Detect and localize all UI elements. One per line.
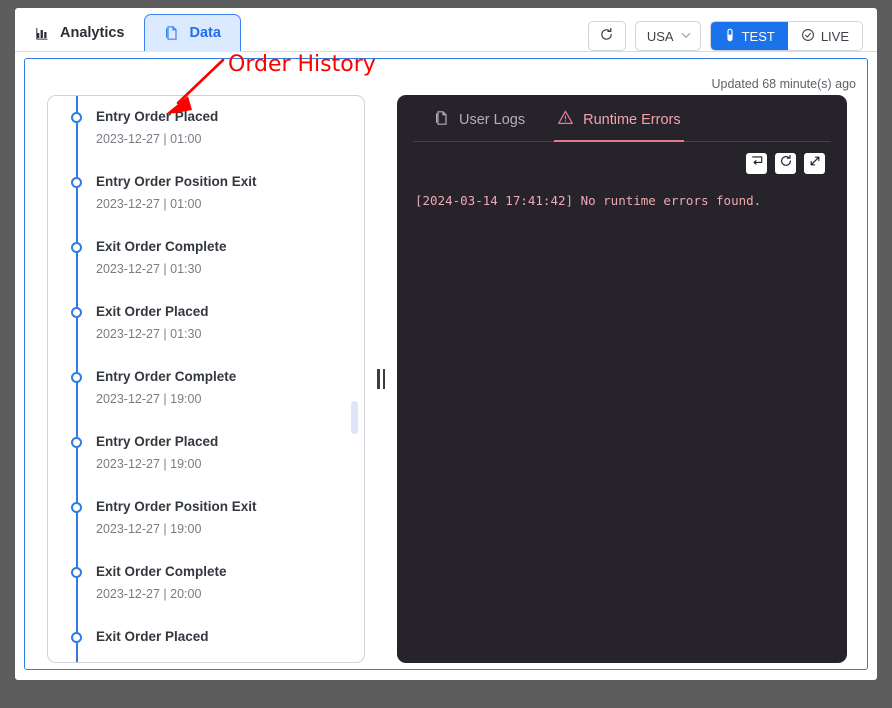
timeline-item-title: Entry Order Placed [96,109,219,124]
timeline-item[interactable]: Exit Order Complete 2023-12-27 | 01:30 [48,226,364,291]
timeline-dot-icon [71,567,82,578]
timeline-item-timestamp: 2023-12-27 | 01:00 [96,196,202,211]
timeline-item[interactable]: Entry Order Complete 2023-12-27 | 19:00 [48,356,364,421]
timeline-dot-icon [71,112,82,123]
order-history-scrollbar-track[interactable] [351,96,361,662]
order-history-list: Entry Order Placed 2023-12-27 | 01:00 Entr… [48,96,364,662]
updated-timestamp: Updated 68 minute(s) ago [711,77,856,91]
timeline-dot-icon [71,632,82,643]
document-icon [164,25,180,41]
console-tab-runtime-errors-label: Runtime Errors [583,111,681,128]
timeline-dot-icon [71,177,82,188]
console-toolbar [746,153,825,174]
tab-data-label: Data [189,25,221,41]
header-controls: USA TEST LIVE [587,21,863,51]
timeline-item-title: Exit Order Placed [96,304,209,319]
timeline-dot-icon [71,502,82,513]
timeline-item-timestamp: 2023-12-27 | 19:00 [96,521,202,536]
region-select-value: USA [646,28,674,44]
timeline-item-title: Exit Order Placed [96,629,209,644]
circle-check-icon [801,28,815,45]
expand-icon [808,154,822,173]
timeline-item[interactable]: Exit Order Placed [48,616,364,662]
timeline-item[interactable]: Entry Order Placed 2023-12-27 | 01:00 [48,96,364,161]
mode-live-button[interactable]: LIVE [787,22,862,50]
timeline-item-title: Entry Order Position Exit [96,174,257,189]
timeline-item-timestamp: 2023-12-27 | 01:00 [96,131,202,146]
refresh-icon [599,27,614,45]
timeline-item[interactable]: Exit Order Complete 2023-12-27 | 20:00 [48,551,364,616]
drag-handle-icon[interactable] [377,369,385,389]
order-history-scrollbar-thumb[interactable] [351,401,358,434]
timeline-item-timestamp: 2023-12-27 | 01:30 [96,261,202,276]
timeline-item[interactable]: Entry Order Position Exit 2023-12-27 | 19… [48,486,364,551]
timeline-item-timestamp: 2023-12-27 | 20:00 [96,586,202,601]
tab-analytics-label: Analytics [60,25,125,41]
mode-live-label: LIVE [820,28,849,44]
app-window: Analytics Data USA TEST LIVE Updated 68 … [15,8,877,680]
timeline-item-title: Exit Order Complete [96,564,227,579]
mode-test-label: TEST [741,28,775,44]
timeline-rail [76,161,78,226]
content-card: Updated 68 minute(s) ago Entry Order Pla… [24,58,868,670]
timeline-item-timestamp [96,644,350,653]
timeline-item[interactable]: Entry Order Placed 2023-12-27 | 19:00 [48,421,364,486]
tab-data[interactable]: Data [144,14,241,52]
timeline-dot-icon [71,372,82,383]
timeline-rail [76,551,78,616]
main-tab-bar: Analytics Data USA TEST LIVE [15,8,877,52]
panels-container: Entry Order Placed 2023-12-27 | 01:00 Entr… [47,95,847,663]
console-tab-runtime-errors[interactable]: Runtime Errors [554,109,684,142]
timeline-item-timestamp: 2023-12-27 | 19:00 [96,456,202,471]
refresh-icon [779,154,793,173]
timeline-dot-icon [71,242,82,253]
timeline-rail [76,291,78,356]
chevron-down-icon [681,31,691,41]
order-history-scroll-area[interactable]: Entry Order Placed 2023-12-27 | 01:00 Entr… [48,96,364,662]
mode-test-button[interactable]: TEST [710,22,788,50]
timeline-item-title: Entry Order Position Exit [96,499,257,514]
timeline-rail [76,421,78,486]
timeline-item-title: Entry Order Placed [96,434,219,449]
console-refresh-button[interactable] [775,153,796,174]
timeline-item-timestamp: 2023-12-27 | 01:30 [96,326,202,341]
timeline-rail [76,226,78,291]
mode-toggle: TEST LIVE [709,21,863,51]
wrap-text-icon [750,154,764,173]
timeline-item-timestamp: 2023-12-27 | 19:00 [96,391,202,406]
bar-chart-icon [35,25,51,41]
timeline-dot-icon [71,307,82,318]
timeline-dot-icon [71,437,82,448]
timeline-rail [76,96,78,161]
tab-analytics[interactable]: Analytics [15,14,144,51]
console-panel: User Logs Runtime Errors [2024-03-14 17:… [397,95,847,663]
timeline-item[interactable]: Exit Order Placed 2023-12-27 | 01:30 [48,291,364,356]
console-tab-bar: User Logs Runtime Errors [413,95,831,142]
refresh-button[interactable] [587,21,626,51]
console-expand-button[interactable] [804,153,825,174]
document-icon [434,110,450,130]
panel-resize-divider[interactable] [365,95,397,663]
timeline-item-title: Entry Order Complete [96,369,237,384]
timeline-rail [76,486,78,551]
console-output: [2024-03-14 17:41:42] No runtime errors … [415,193,762,208]
console-tab-user-logs-label: User Logs [459,111,526,128]
timeline-rail [76,356,78,421]
console-tab-user-logs[interactable]: User Logs [431,110,528,142]
region-select[interactable]: USA [634,21,701,51]
timeline-item-title: Exit Order Complete [96,239,227,254]
wrap-text-button[interactable] [746,153,767,174]
order-history-panel: Entry Order Placed 2023-12-27 | 01:00 Entr… [47,95,365,663]
warning-triangle-icon [557,109,574,130]
timeline-item[interactable]: Entry Order Position Exit 2023-12-27 | 01… [48,161,364,226]
test-tube-icon [724,28,736,45]
